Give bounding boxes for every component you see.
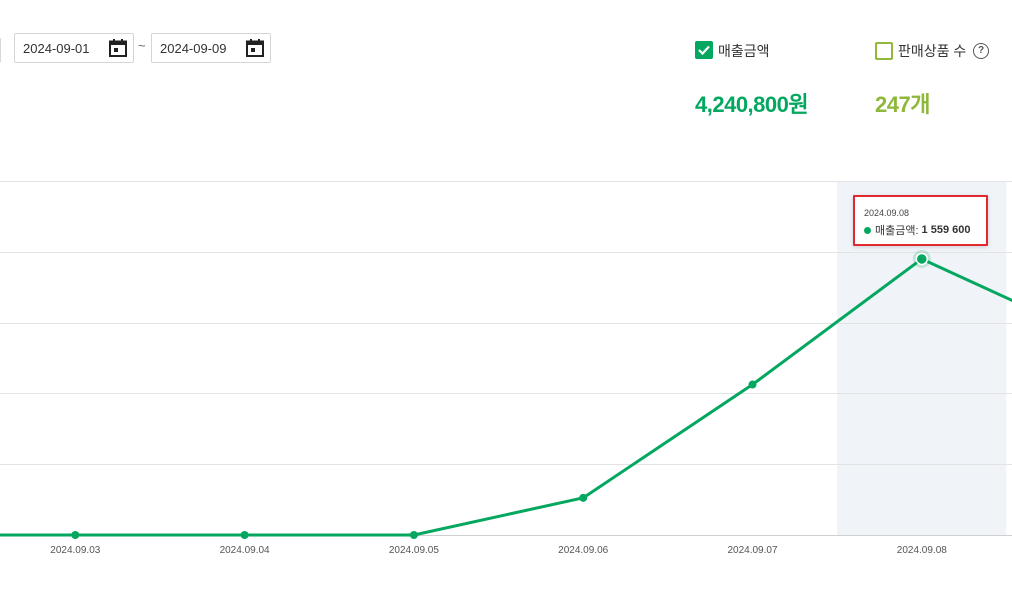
- x-tick-label: 2024.09.07: [727, 545, 777, 556]
- series-marker: [864, 226, 871, 234]
- tooltip-row: 매출금액: 1 559 600: [864, 222, 970, 238]
- tooltip-date: 2024.09.08: [864, 208, 910, 218]
- x-tick-label: 2024.09.06: [558, 545, 608, 556]
- data-point: [240, 531, 249, 539]
- data-point-highlighted: [915, 252, 929, 266]
- data-point: [748, 380, 757, 389]
- chart-tooltip: 2024.09.08 매출금액: 1 559 600: [853, 195, 988, 246]
- data-point: [409, 531, 418, 539]
- x-tick-label: 2024.09.04: [220, 545, 270, 556]
- tooltip-value: 1 559 600: [921, 224, 971, 236]
- x-tick-label: 2024.09.08: [897, 545, 947, 556]
- tooltip-series-label: 매출금액:: [875, 225, 919, 237]
- sales-line-chart: 2024.09.03 2024.09.04 2024.09.05 2024.09.06…: [0, 181, 1012, 556]
- data-point: [71, 531, 80, 539]
- data-point: [579, 493, 588, 502]
- x-tick-label: 2024.09.05: [389, 545, 439, 556]
- x-tick-label: 2024.09.03: [50, 545, 100, 556]
